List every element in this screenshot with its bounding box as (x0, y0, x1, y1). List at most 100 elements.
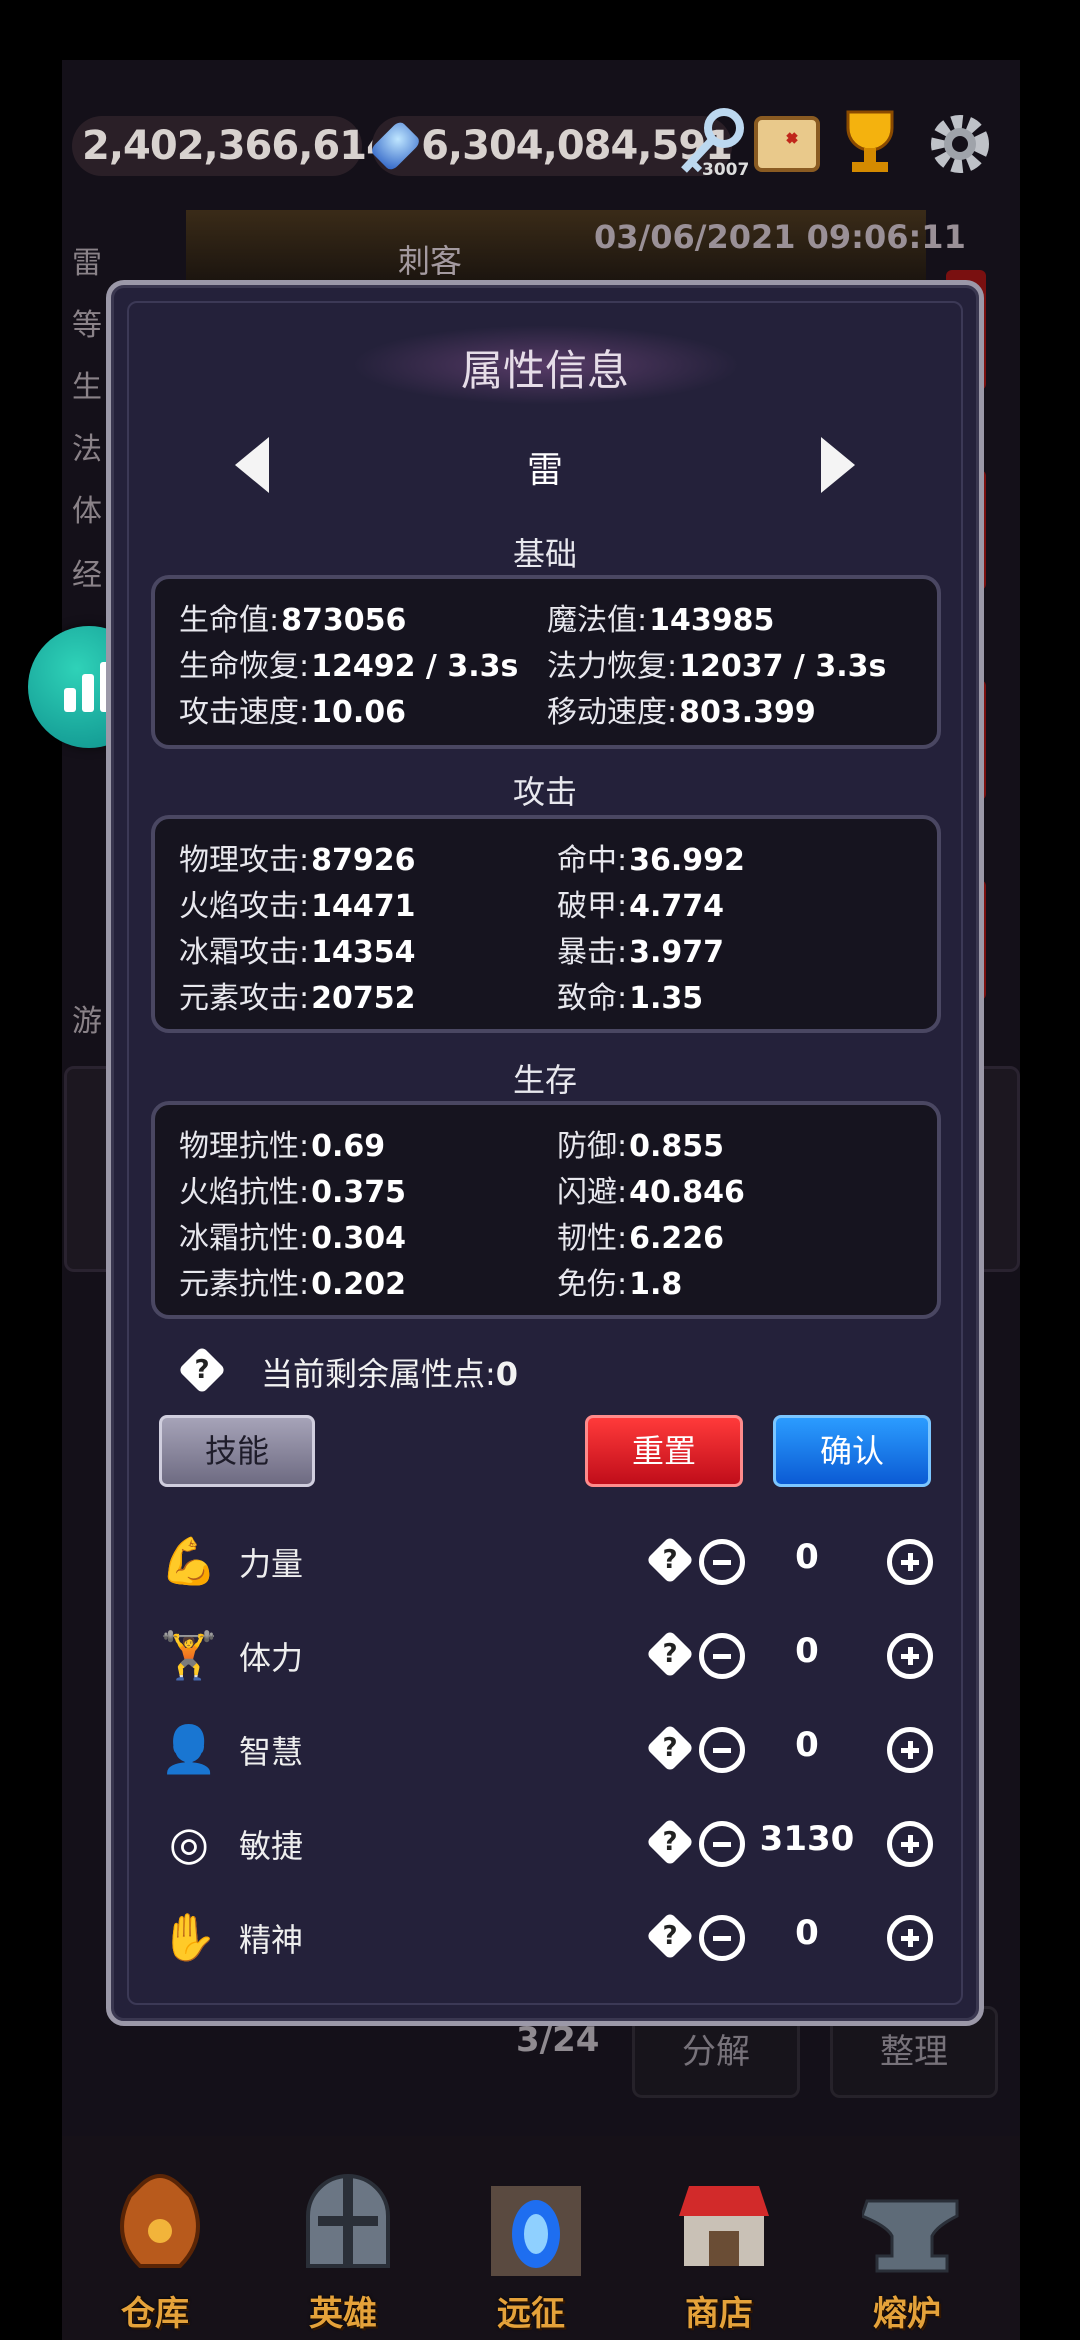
attribute-label: 智慧 (239, 1733, 304, 1771)
increase-icon[interactable] (887, 1915, 933, 1961)
basic-stats-panel: 生命值:873056 魔法值:143985 生命恢复:12492 / 3.3s … (151, 575, 941, 749)
attribute-value: 0 (795, 1537, 819, 1577)
nav-hero[interactable]: 英雄 (268, 2136, 418, 2340)
increase-icon[interactable] (887, 1633, 933, 1679)
attribute-help-icon[interactable]: ? (645, 1629, 695, 1679)
hero-helmet-icon (306, 2174, 390, 2268)
decrease-icon[interactable] (699, 1727, 745, 1773)
attribute-row-strength: 💪 力量 ? 0 (159, 1525, 939, 1595)
side-label: 法 (72, 432, 102, 467)
attribute-row-stamina: 🏋 体力 ? 0 (159, 1619, 939, 1689)
stat-row: 暴击:3.977 (557, 935, 725, 970)
survival-stats-panel: 物理抗性:0.69 防御:0.855 火焰抗性:0.375 闪避:40.846 … (151, 1101, 941, 1319)
inventory-count: 3/24 (516, 2020, 600, 2060)
reset-button[interactable]: 重置 (585, 1415, 743, 1487)
remaining-points: 当前剩余属性点:0 (261, 1355, 519, 1393)
attribute-help-icon[interactable]: ? (645, 1911, 695, 1961)
section-title-survival: 生存 (512, 1061, 577, 1099)
stat-row: 闪避:40.846 (557, 1175, 745, 1210)
attribute-value: 0 (795, 1725, 819, 1765)
stat-row: 破甲:4.774 (557, 889, 725, 924)
attribute-help-icon[interactable]: ? (645, 1817, 695, 1867)
nav-label: 商店 (685, 2294, 753, 2334)
attribute-row-agility: ◎ 敏捷 ? 3130 (159, 1807, 939, 1877)
stat-row: 法力恢复:12037 / 3.3s (547, 649, 887, 684)
points-help-icon[interactable]: ? (177, 1345, 227, 1395)
attribute-label: 体力 (239, 1639, 304, 1677)
nav-label: 远征 (497, 2294, 565, 2334)
side-label: 等 (72, 308, 102, 343)
stat-row: 免伤:1.8 (557, 1267, 683, 1302)
confirm-button[interactable]: 确认 (773, 1415, 931, 1487)
attribute-help-icon[interactable]: ? (645, 1723, 695, 1773)
attribute-value: 0 (795, 1631, 819, 1671)
bottom-navigation: 仓库 英雄 远征 商店 熔炉 (62, 2136, 1020, 2340)
wisdom-icon: 👤 (160, 1722, 218, 1776)
side-label: 游 (72, 1004, 102, 1039)
side-label: 体 (72, 494, 102, 529)
increase-icon[interactable] (887, 1727, 933, 1773)
side-label: 经 (72, 558, 102, 593)
trophy-icon[interactable] (830, 102, 910, 182)
increase-icon[interactable] (887, 1539, 933, 1585)
increase-icon[interactable] (887, 1821, 933, 1867)
next-hero-arrow-icon[interactable] (821, 437, 855, 493)
stamina-icon: 🏋 (160, 1628, 218, 1682)
nav-shop[interactable]: 商店 (644, 2136, 794, 2340)
stat-row: 移动速度:803.399 (547, 695, 816, 730)
anvil-icon (862, 2199, 959, 2273)
nav-label: 英雄 (309, 2294, 377, 2334)
stat-row: 物理攻击:87926 (179, 843, 416, 878)
agility-icon: ◎ (168, 1816, 210, 1870)
attribute-row-wisdom: 👤 智慧 ? 0 (159, 1713, 939, 1783)
nav-forge[interactable]: 熔炉 (832, 2136, 982, 2340)
attribute-info-dialog: 属性信息 雷 基础 生命值:873056 魔法值:143985 生命恢复:124… (106, 280, 984, 2026)
stat-row: 魔法值:143985 (547, 603, 775, 638)
attribute-help-icon[interactable]: ? (645, 1535, 695, 1585)
map-icon[interactable] (748, 104, 828, 184)
stat-row: 冰霜抗性:0.304 (179, 1221, 407, 1256)
nav-label: 仓库 (121, 2294, 189, 2334)
stat-row: 元素攻击:20752 (179, 981, 416, 1016)
key-count: 3007 (702, 160, 750, 180)
stat-row: 冰霜攻击:14354 (179, 935, 416, 970)
side-label: 雷 (72, 246, 102, 281)
decrease-icon[interactable] (699, 1821, 745, 1867)
stat-row: 元素抗性:0.202 (179, 1267, 407, 1302)
stat-row: 物理抗性:0.69 (179, 1129, 386, 1164)
decrease-icon[interactable] (699, 1539, 745, 1585)
gold-counter: 2,402,366,614 (72, 116, 394, 176)
decrease-icon[interactable] (699, 1915, 745, 1961)
attribute-row-spirit: ✋ 精神 ? 0 (159, 1901, 939, 1971)
gear-icon[interactable] (920, 104, 1000, 184)
nav-warehouse[interactable]: 仓库 (80, 2136, 230, 2340)
attribute-value: 3130 (759, 1819, 855, 1859)
attribute-label: 力量 (239, 1545, 304, 1583)
skills-button[interactable]: 技能 (159, 1415, 315, 1487)
nav-expedition[interactable]: 远征 (456, 2136, 606, 2340)
strength-icon: 💪 (160, 1534, 218, 1588)
section-title-basic: 基础 (512, 535, 577, 573)
stat-row: 致命:1.35 (557, 981, 704, 1016)
attack-stats-panel: 物理攻击:87926 命中:36.992 火焰攻击:14471 破甲:4.774… (151, 815, 941, 1033)
stat-row: 攻击速度:10.06 (179, 695, 407, 730)
gold-value: 2,402,366,614 (82, 123, 394, 169)
section-title-attack: 攻击 (512, 773, 577, 811)
datetime-text: 03/06/2021 09:06:11 (594, 218, 966, 256)
decrease-icon[interactable] (699, 1633, 745, 1679)
stat-row: 生命值:873056 (179, 603, 407, 638)
stat-row: 生命恢复:12492 / 3.3s (179, 649, 519, 684)
spirit-icon: ✋ (160, 1910, 218, 1964)
attribute-label: 精神 (239, 1921, 304, 1959)
stat-row: 火焰抗性:0.375 (179, 1175, 407, 1210)
nav-label: 熔炉 (873, 2294, 941, 2334)
stat-row: 命中:36.992 (557, 843, 745, 878)
shop-icon (679, 2186, 769, 2266)
attribute-label: 敏捷 (239, 1827, 304, 1865)
attribute-value: 0 (795, 1913, 819, 1953)
warehouse-bag-icon (120, 2174, 200, 2268)
class-tab[interactable]: 刺客 (398, 236, 462, 282)
dialog-title: 属性信息 (460, 346, 629, 395)
stat-row: 火焰攻击:14471 (179, 889, 416, 924)
stat-row: 韧性:6.226 (557, 1221, 725, 1256)
